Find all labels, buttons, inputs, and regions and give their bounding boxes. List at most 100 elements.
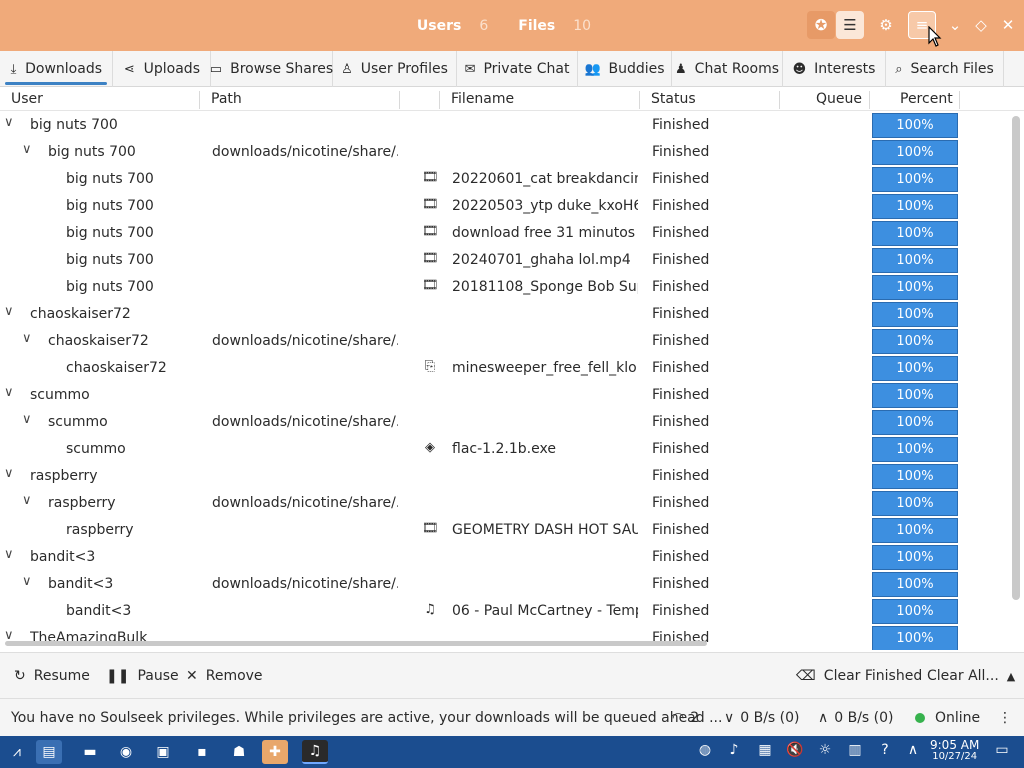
col-user[interactable]: User: [11, 91, 43, 107]
upload-speed[interactable]: ∧ 0 B/s (0): [818, 710, 894, 726]
col-percent[interactable]: Percent: [900, 91, 953, 107]
tab-browse-shares[interactable]: ▭ Browse Shares: [210, 51, 333, 87]
pause-button[interactable]: ❚❚ Pause: [106, 668, 179, 684]
tab-uploads[interactable]: ⋖ Uploads: [113, 51, 211, 87]
transfer-row[interactable]: big nuts 700 🎞 20220601_cat breakdancing f…: [0, 166, 1010, 193]
status-cell: Finished: [652, 576, 710, 592]
clear-all-button[interactable]: Clear All... ▲: [927, 668, 1015, 684]
upload-share-icon: ⋖: [123, 61, 135, 77]
transfer-row[interactable]: ∨ raspberry Finished 100%: [0, 463, 1010, 490]
status-cell: Finished: [652, 117, 710, 133]
expander-chevron-icon[interactable]: ∨: [22, 574, 32, 589]
list-view-icon[interactable]: ☰: [836, 11, 864, 39]
transfer-row[interactable]: ∨ raspberry downloads/nicotine/share/.loca…: [0, 490, 1010, 517]
android-icon[interactable]: ☗: [226, 740, 252, 764]
transfer-row[interactable]: ∨ chaoskaiser72 downloads/nicotine/share/.…: [0, 328, 1010, 355]
transfer-row[interactable]: raspberry 🎞 GEOMETRY DASH HOT SAUCE Finishe…: [0, 517, 1010, 544]
remove-button[interactable]: ✕ Remove: [186, 668, 263, 684]
nicotine-plus-icon[interactable]: ♫: [302, 740, 328, 764]
expander-chevron-icon[interactable]: ∨: [4, 115, 14, 130]
col-path[interactable]: Path: [211, 91, 242, 107]
transfer-row[interactable]: ∨ bandit<3 downloads/nicotine/share/.local…: [0, 571, 1010, 598]
filename-cell: flac-1.2.1b.exe: [452, 441, 556, 457]
help-tray-icon[interactable]: ?: [875, 742, 895, 758]
column-header: User Path Filename Status Queue Percent: [0, 87, 1024, 111]
more-options-icon[interactable]: ⋮: [998, 710, 1012, 726]
firefox-icon[interactable]: ◉: [113, 740, 139, 764]
nicotine-tray-icon[interactable]: ♪: [724, 742, 744, 758]
vertical-scrollbar[interactable]: [1012, 116, 1020, 600]
app-window-icon[interactable]: ▣: [150, 740, 176, 764]
user-cell: big nuts 700: [66, 198, 154, 214]
transfer-row[interactable]: ∨ scummo downloads/nicotine/share/.local Fi…: [0, 409, 1010, 436]
obs-tray-icon[interactable]: ◍: [695, 742, 715, 758]
game-window-icon[interactable]: ▪: [189, 740, 215, 764]
col-status[interactable]: Status: [651, 91, 696, 107]
status-cell: Finished: [652, 522, 710, 538]
transfer-row[interactable]: big nuts 700 🎞 20181108_Sponge Bob Super Fi…: [0, 274, 1010, 301]
tab-chat-rooms[interactable]: ♟ Chat Rooms: [672, 51, 783, 87]
col-queue[interactable]: Queue: [816, 91, 862, 107]
transfer-row[interactable]: big nuts 700 🎞 20240701_ghaha lol.mp4 Finis…: [0, 247, 1010, 274]
connections-count: 2: [690, 710, 700, 726]
film-file-icon: 🎞: [422, 278, 439, 293]
expander-chevron-icon[interactable]: ∨: [22, 331, 32, 346]
tab-interests[interactable]: ☻ Interests: [783, 51, 886, 87]
transfer-row[interactable]: ∨ scummo Finished 100%: [0, 382, 1010, 409]
nicotine-window-icon[interactable]: ✚: [262, 740, 288, 764]
clock-time: 9:05 AM: [930, 738, 980, 752]
expander-chevron-icon[interactable]: ∨: [4, 466, 14, 481]
storage-tray-icon[interactable]: ▥: [845, 742, 865, 758]
start-menu-icon[interactable]: ⩘: [4, 740, 30, 764]
transfer-row[interactable]: scummo ◈ flac-1.2.1b.exe Finished 100%: [0, 436, 1010, 463]
expander-chevron-icon[interactable]: ∨: [4, 385, 14, 400]
settings-gear-icon[interactable]: ⚙: [872, 11, 900, 39]
clipboard-tray-icon[interactable]: ▦: [755, 742, 775, 758]
clear-finished-button[interactable]: ⌫ Clear Finished: [796, 668, 922, 684]
close-icon[interactable]: ✕: [994, 11, 1022, 39]
col-separator: [779, 91, 780, 109]
tab-downloads[interactable]: ⤓ Downloads: [0, 51, 113, 87]
remove-icon: ✕: [186, 668, 198, 684]
clock[interactable]: 9:05 AM 10/27/24: [930, 739, 979, 763]
upload-speed-value: 0 B/s (0): [834, 710, 894, 726]
col-filename[interactable]: Filename: [451, 91, 514, 107]
tab-user-profiles[interactable]: ♙ User Profiles: [333, 51, 457, 87]
online-status[interactable]: Online: [915, 710, 980, 726]
transfer-row[interactable]: ∨ bandit<3 Finished 100%: [0, 544, 1010, 571]
away-toggle-icon[interactable]: ✪: [807, 11, 835, 39]
transfer-row[interactable]: big nuts 700 🎞 20220503_ytp duke_kxoH6pfX F…: [0, 193, 1010, 220]
tab-search-files[interactable]: ⌕ Search Files: [886, 51, 1004, 87]
expander-chevron-icon[interactable]: ∨: [4, 547, 14, 562]
transfer-row[interactable]: ∨ TheAmazingBulk Finished 100%: [0, 625, 1010, 650]
terminal-window-icon[interactable]: ▬: [77, 740, 103, 764]
tab-buddies[interactable]: 👥 Buddies: [578, 51, 672, 87]
maximize-icon[interactable]: ◇: [967, 11, 995, 39]
tray-expand-icon[interactable]: ∧: [903, 742, 923, 758]
resume-button[interactable]: ↻ Resume: [14, 668, 90, 684]
status-bar: You have no Soulseek privileges. While p…: [0, 698, 1024, 736]
col-separator: [399, 91, 400, 109]
film-file-icon: 🎞: [422, 170, 439, 185]
tab-private-chat[interactable]: ✉ Private Chat: [457, 51, 578, 87]
minimize-icon[interactable]: ⌄: [941, 11, 969, 39]
show-desktop-icon[interactable]: ▭: [992, 742, 1012, 758]
transfer-row[interactable]: ∨ big nuts 700 downloads/nicotine/share/.l…: [0, 139, 1010, 166]
volume-muted-icon[interactable]: 🔇: [785, 742, 805, 758]
expander-chevron-icon[interactable]: ∨: [22, 142, 32, 157]
brightness-icon[interactable]: ☼: [815, 742, 835, 758]
expander-chevron-icon[interactable]: ∨: [4, 304, 14, 319]
transfer-row[interactable]: chaoskaiser72 ⎘ minesweeper_free_fell_klon…: [0, 355, 1010, 382]
transfer-row[interactable]: big nuts 700 🎞 download free 31 minutos bo…: [0, 220, 1010, 247]
download-speed[interactable]: ∨ 0 B/s (0): [724, 710, 800, 726]
percent-progress-bar: 100%: [872, 545, 958, 570]
connections-indicator[interactable]: ◠ 2: [672, 710, 699, 726]
transfer-row[interactable]: bandit<3 ♫ 06 - Paul McCartney - Temporary…: [0, 598, 1010, 625]
transfer-row[interactable]: ∨ chaoskaiser72 Finished 100%: [0, 301, 1010, 328]
expander-chevron-icon[interactable]: ∨: [22, 493, 32, 508]
transfer-row[interactable]: ∨ big nuts 700 Finished 100%: [0, 112, 1010, 139]
status-cell: Finished: [652, 441, 710, 457]
expander-chevron-icon[interactable]: ∨: [22, 412, 32, 427]
file-manager-icon[interactable]: ▤: [36, 740, 62, 764]
horizontal-scrollbar[interactable]: [5, 641, 707, 646]
